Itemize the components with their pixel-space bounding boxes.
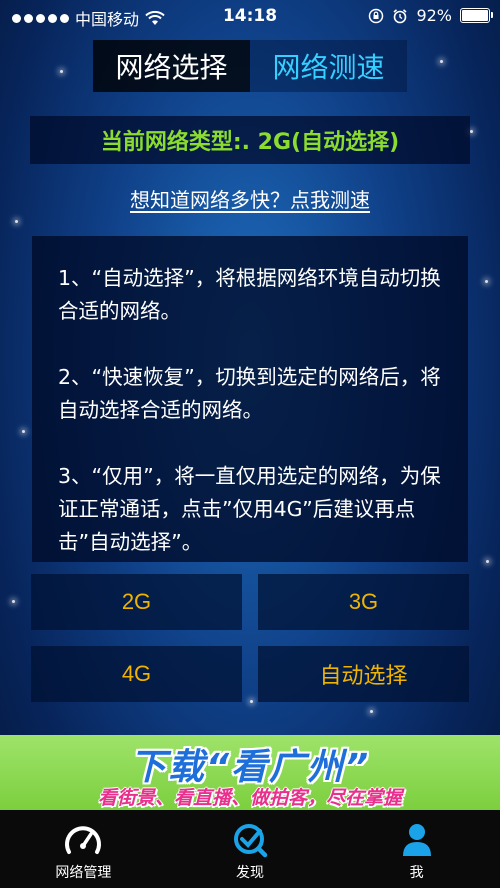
info-paragraph-auto: 1、“自动选择”，将根据网络环境自动切换合适的网络。 xyxy=(58,266,441,323)
speed-test-link[interactable]: 想知道网络多快？点我测速 xyxy=(0,184,500,213)
star xyxy=(470,130,473,133)
network-4g-button[interactable]: 4G xyxy=(31,646,242,702)
banner-subtitle: 看街景、看直播、做拍客，尽在掌握 xyxy=(97,787,402,809)
person-icon xyxy=(402,824,431,856)
tabbar-item-discover[interactable]: 发现 xyxy=(167,810,334,888)
network-auto-button[interactable]: 自动选择 xyxy=(258,646,469,702)
info-panel: 1、“自动选择”，将根据网络环境自动切换合适的网络。 2、“快速恢复”，切换到选… xyxy=(32,236,468,562)
star xyxy=(22,430,25,433)
status-bar: 中国移动 14:18 92% xyxy=(0,0,500,34)
info-paragraph-only: 3、“仅用”，将一直仅用选定的网络，为保证正常通话，点击”仅用4G”后建议再点击… xyxy=(58,464,441,554)
tabbar-label: 发现 xyxy=(236,865,264,881)
star xyxy=(440,60,443,63)
tabbar-item-network-manage[interactable]: 网络管理 xyxy=(0,810,167,888)
network-2g-button[interactable]: 2G xyxy=(31,574,242,630)
bottom-tab-bar: 网络管理 发现 我 xyxy=(0,810,500,888)
speedometer-icon xyxy=(65,826,102,854)
tabbar-item-me[interactable]: 我 xyxy=(333,810,500,888)
rotation-lock-icon xyxy=(369,8,384,23)
tabbar-label: 网络管理 xyxy=(55,865,112,881)
star xyxy=(370,710,373,713)
discover-check-icon xyxy=(234,824,268,858)
star xyxy=(15,220,18,223)
alarm-icon xyxy=(393,8,407,23)
star xyxy=(250,700,253,703)
ad-banner[interactable]: 下载“看广州” 看街景、看直播、做拍客，尽在掌握 xyxy=(0,735,500,810)
tab-network-select[interactable]: 网络选择 xyxy=(93,40,250,92)
tabbar-label: 我 xyxy=(409,865,424,881)
info-paragraph-restore: 2、“快速恢复”，切换到选定的网络后，将自动选择合适的网络。 xyxy=(58,365,441,422)
star xyxy=(60,70,63,73)
current-network-type: 当前网络类型:. 2G(自动选择) xyxy=(30,116,470,164)
tab-network-speed-test[interactable]: 网络测速 xyxy=(250,40,407,92)
status-right: 92% xyxy=(368,6,493,25)
battery-icon xyxy=(460,8,493,23)
star xyxy=(486,560,489,563)
battery-percent: 92% xyxy=(416,6,452,25)
network-tabs: 网络选择 网络测速 xyxy=(93,40,407,92)
star xyxy=(12,600,15,603)
star xyxy=(485,280,488,283)
network-3g-button[interactable]: 3G xyxy=(258,574,469,630)
